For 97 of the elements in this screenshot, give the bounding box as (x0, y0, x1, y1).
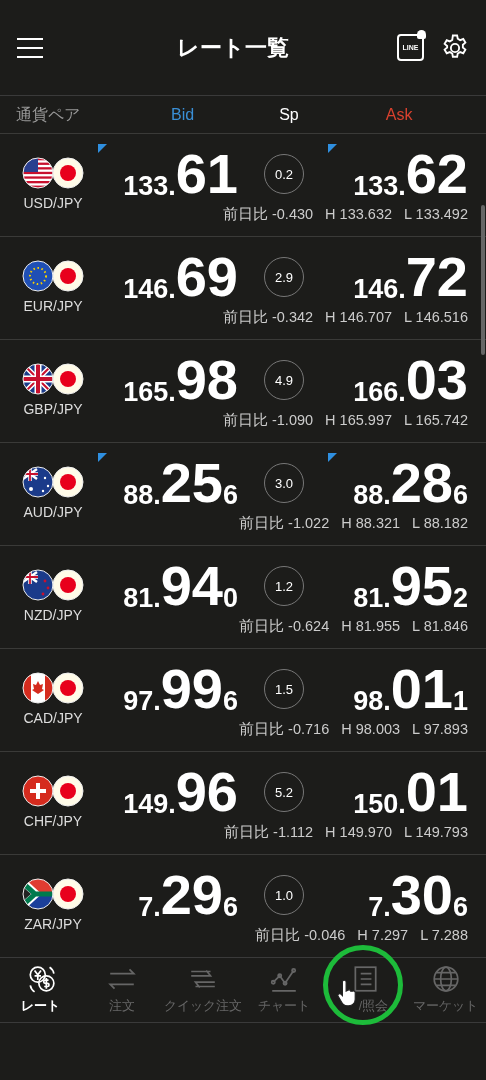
bid-price-pips: 94 (160, 561, 223, 612)
flag-icon (22, 877, 84, 910)
spread-badge: 3.0 (264, 463, 304, 504)
bid-price-pips: 25 (160, 458, 223, 509)
ask-price-fraction: 6 (452, 481, 468, 509)
ask-price-pips: 01 (390, 664, 453, 715)
notification-dot (417, 30, 426, 39)
ask-price-fraction: 6 (452, 893, 468, 921)
currency-pair: CHF/JPY (23, 811, 83, 831)
bid-price-head: 81. (123, 584, 161, 612)
bid-price-pips: 96 (175, 767, 238, 818)
globe-icon (430, 964, 461, 995)
bid-price-head: 7. (138, 893, 161, 921)
flag-icon (22, 671, 84, 704)
bid-price-fraction: 0 (222, 584, 238, 612)
bid-price-pips: 98 (175, 355, 238, 406)
column-header: Bid (171, 104, 195, 125)
nav-tab[interactable]: マーケット (405, 958, 486, 1022)
flag-icon (22, 465, 84, 498)
currency-pair: USD/JPY (23, 193, 83, 213)
flag-icon (22, 362, 84, 395)
ask-price-head: 81. (353, 584, 391, 612)
day-change: 前日比 -0.046 (255, 925, 346, 945)
high-price: H 146.707 (325, 307, 393, 327)
ask-price-head: 88. (353, 481, 391, 509)
bid-price-pips: 61 (175, 149, 238, 200)
menu-icon[interactable] (16, 35, 44, 60)
high-price: H 98.003 (341, 719, 401, 739)
bid-price-pips: 99 (160, 664, 223, 715)
column-header: Ask (385, 104, 413, 125)
currency-pair: NZD/JPY (23, 605, 83, 625)
low-price: L 146.516 (404, 307, 468, 327)
day-change: 前日比 -1.090 (222, 410, 314, 430)
low-price: L 133.492 (404, 204, 468, 224)
column-header: 通貨ペア (16, 104, 81, 125)
bid-price-fraction: 6 (222, 481, 238, 509)
column-header: Sp (279, 104, 299, 125)
ask-price-head: 7. (368, 893, 391, 921)
ask-price-head: 150. (353, 790, 406, 818)
hand-cursor-icon (337, 978, 357, 1008)
bid-price-fraction: 6 (222, 893, 238, 921)
day-change: 前日比 -1.022 (239, 513, 330, 533)
day-change: 前日比 -0.716 (239, 719, 330, 739)
nav-tab[interactable]: チャート (243, 958, 324, 1022)
currency-pair: AUD/JPY (23, 502, 83, 522)
low-price: L 149.793 (404, 822, 468, 842)
low-price: L 7.288 (420, 925, 468, 945)
high-price: H 81.955 (341, 616, 401, 636)
bid-price-head: 88. (123, 481, 161, 509)
nav-tab[interactable]: レート (0, 958, 81, 1022)
currency-pair: EUR/JPY (23, 296, 83, 316)
high-price: H 7.297 (357, 925, 409, 945)
day-change: 前日比 -0.342 (222, 307, 314, 327)
ask-price-head: 98. (353, 687, 391, 715)
low-price: L 88.182 (412, 513, 468, 533)
low-price: L 97.893 (412, 719, 468, 739)
page-title: レート一覧 (175, 34, 290, 62)
flag-icon (22, 774, 84, 807)
flag-icon (22, 156, 84, 189)
scrollbar[interactable] (481, 205, 485, 355)
ask-price-pips: 95 (390, 561, 453, 612)
high-price: H 149.970 (325, 822, 393, 842)
ask-price-fraction: 2 (452, 584, 468, 612)
currency-pair: ZAR/JPY (24, 914, 82, 934)
day-change: 前日比 -0.624 (239, 616, 330, 636)
bid-price-head: 146. (123, 275, 176, 303)
high-price: H 133.632 (325, 204, 393, 224)
currency-pair: GBP/JPY (23, 399, 83, 419)
nav-tab[interactable]: /照会 (324, 958, 405, 1022)
ask-price-pips: 72 (405, 252, 468, 303)
ask-price-pips: 30 (390, 870, 453, 921)
ask-price-pips: 03 (405, 355, 468, 406)
high-price: H 165.997 (325, 410, 393, 430)
low-price: L 165.742 (404, 410, 468, 430)
low-price: L 81.846 (412, 616, 468, 636)
bid-price-head: 149. (123, 790, 176, 818)
ask-price-head: 146. (353, 275, 406, 303)
ask-price-pips: 62 (405, 149, 468, 200)
ask-price-pips: 01 (405, 767, 468, 818)
day-change: 前日比 -0.430 (222, 204, 314, 224)
bid-price-pips: 29 (160, 870, 223, 921)
bid-price-head: 165. (123, 378, 176, 406)
ask-price-fraction: 1 (452, 687, 468, 715)
bid-price-head: 97. (123, 687, 161, 715)
bid-price-head: 133. (123, 172, 176, 200)
flag-icon (22, 568, 84, 601)
flag-icon (22, 259, 84, 292)
nav-tab[interactable]: 注文 (81, 958, 162, 1022)
bid-price-fraction: 6 (222, 687, 238, 715)
bid-price-pips: 69 (175, 252, 238, 303)
day-change: 前日比 -1.112 (224, 822, 314, 842)
ask-price-head: 133. (353, 172, 406, 200)
currency-pair: CAD/JPY (23, 708, 83, 728)
ask-price-pips: 28 (390, 458, 453, 509)
high-price: H 88.321 (341, 513, 401, 533)
nav-tab[interactable]: クイック注文 (162, 958, 243, 1022)
ask-price-head: 166. (353, 378, 406, 406)
